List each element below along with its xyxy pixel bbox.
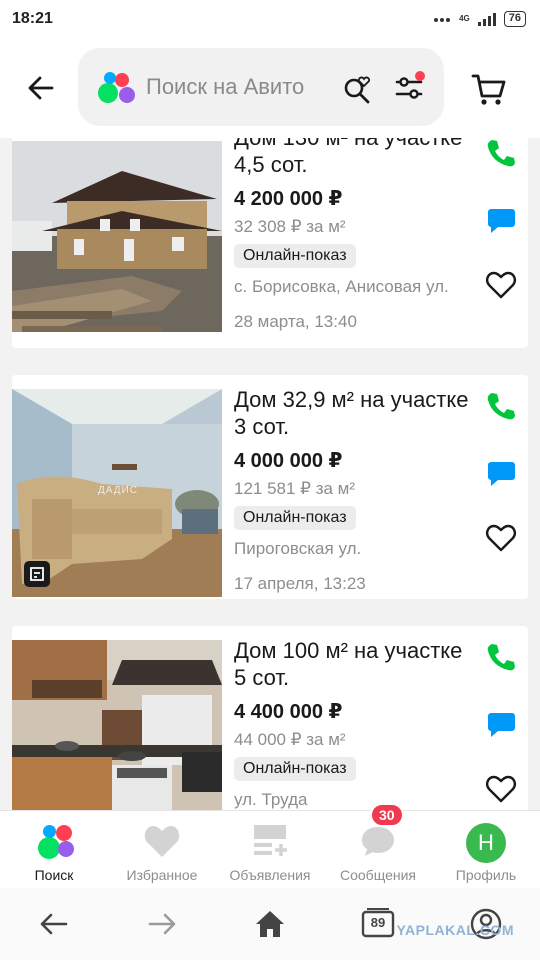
unread-messages-badge: 30 (370, 803, 404, 827)
listing-info: Дом 32,9 м² на участке 3 сот. 4 000 000 … (234, 375, 474, 594)
tab-search[interactable]: Поиск (0, 811, 108, 888)
tabs-button[interactable]: 89 (358, 904, 398, 944)
tab-profile[interactable]: Н Профиль (432, 811, 540, 888)
app-header: Поиск на Авито (0, 38, 540, 138)
listing-date: 28 марта, 13:40 (234, 312, 357, 331)
listing-card[interactable]: Дом 100 м² на участке 5 сот. 4 400 000 ₽… (12, 626, 528, 810)
avito-logo-icon (98, 69, 135, 105)
message-icon[interactable] (484, 455, 518, 489)
listing-info: Дом 100 м² на участке 5 сот. 4 400 000 ₽… (234, 626, 474, 810)
back-arrow-icon[interactable] (34, 904, 74, 944)
avito-search-icon (34, 823, 74, 859)
listing-price: 4 000 000 ₽ (234, 450, 343, 472)
listing-photo[interactable]: ДАДИС (12, 389, 222, 597)
listing-photo[interactable] (12, 640, 222, 810)
listing-title[interactable]: Дом 130 м² на участке 4,5 сот. (234, 138, 474, 178)
listing-address: ул. Труда (234, 790, 308, 809)
filter-icon[interactable] (392, 70, 426, 104)
listing-address: с. Борисовка, Анисовая ул. (234, 277, 449, 296)
tab-listings[interactable]: Объявления (216, 811, 324, 888)
listing-price-per-m2: 121 581 ₽ за м² (234, 479, 356, 498)
more-notifications-icon (433, 13, 451, 25)
chat-bubble-icon (362, 827, 394, 856)
listing-card[interactable]: Дом 130 м² на участке 4,5 сот. 4 200 000… (12, 138, 528, 348)
listing-price-per-m2: 32 308 ₽ за м² (234, 217, 346, 236)
forward-arrow-icon[interactable] (142, 904, 182, 944)
favorite-heart-icon[interactable] (484, 521, 518, 555)
call-icon[interactable] (484, 389, 518, 423)
online-viewing-badge: Онлайн-показ (234, 506, 356, 530)
favorite-heart-icon[interactable] (484, 772, 518, 806)
kitchen-photo-image (12, 640, 222, 810)
message-icon[interactable] (484, 706, 518, 740)
status-bar: 18:21 4G 76 (0, 0, 540, 38)
tab-label: Избранное (126, 867, 198, 883)
listing-date: 17 апреля, 13:23 (234, 574, 366, 593)
listing-info: Дом 130 м² на участке 4,5 сот. 4 200 000… (234, 138, 474, 332)
search-input[interactable]: Поиск на Авито (146, 74, 332, 100)
tab-messages[interactable]: 30 Сообщения (324, 803, 432, 888)
status-icons: 4G 76 (433, 11, 526, 27)
call-icon[interactable] (484, 640, 518, 674)
add-listing-icon (254, 825, 287, 856)
tab-label: Поиск (34, 867, 74, 883)
site-watermark: YAPLAKAL.COM (396, 922, 514, 938)
favorite-heart-icon[interactable] (484, 268, 518, 302)
tab-favorites[interactable]: Избранное (108, 811, 216, 888)
photo-watermark: ДАДИС (98, 485, 138, 496)
bottom-tab-bar: Поиск Избранное Объявления 30 Сообщения … (0, 803, 540, 888)
listing-feed[interactable]: Дом 130 м² на участке 4,5 сот. 4 200 000… (0, 138, 540, 810)
listing-price: 4 400 000 ₽ (234, 701, 343, 723)
battery-level: 76 (503, 11, 526, 27)
listing-photo[interactable] (12, 141, 222, 332)
tab-label: Объявления (229, 867, 311, 883)
saved-search-icon[interactable] (340, 70, 374, 104)
status-time: 18:21 (12, 10, 53, 27)
listing-price-per-m2: 44 000 ₽ за м² (234, 730, 346, 749)
message-icon[interactable] (484, 202, 518, 236)
listing-address: Пироговская ул. (234, 539, 362, 558)
back-arrow-icon[interactable] (22, 68, 62, 108)
home-icon[interactable] (250, 904, 290, 944)
listing-title[interactable]: Дом 100 м² на участке 5 сот. (234, 637, 474, 691)
heart-icon (144, 826, 180, 857)
online-viewing-badge: Онлайн-показ (234, 244, 356, 268)
signal-icon (477, 12, 496, 26)
cart-icon[interactable] (470, 70, 508, 108)
search-bar[interactable]: Поиск на Авито (78, 48, 444, 126)
tab-label: Сообщения (340, 867, 416, 883)
call-icon[interactable] (484, 138, 518, 170)
house-photo-image (12, 141, 222, 332)
tabs-count: 89 (370, 915, 386, 930)
online-viewing-badge: Онлайн-показ (234, 757, 356, 781)
listing-title[interactable]: Дом 32,9 м² на участке 3 сот. (234, 386, 474, 440)
network-type: 4G (459, 14, 470, 23)
listing-card[interactable]: ДАДИС Дом 32,9 м² на участке 3 сот. 4 00… (12, 375, 528, 599)
avatar: Н (466, 823, 506, 863)
listing-price: 4 200 000 ₽ (234, 188, 343, 210)
tab-label: Профиль (455, 867, 517, 883)
